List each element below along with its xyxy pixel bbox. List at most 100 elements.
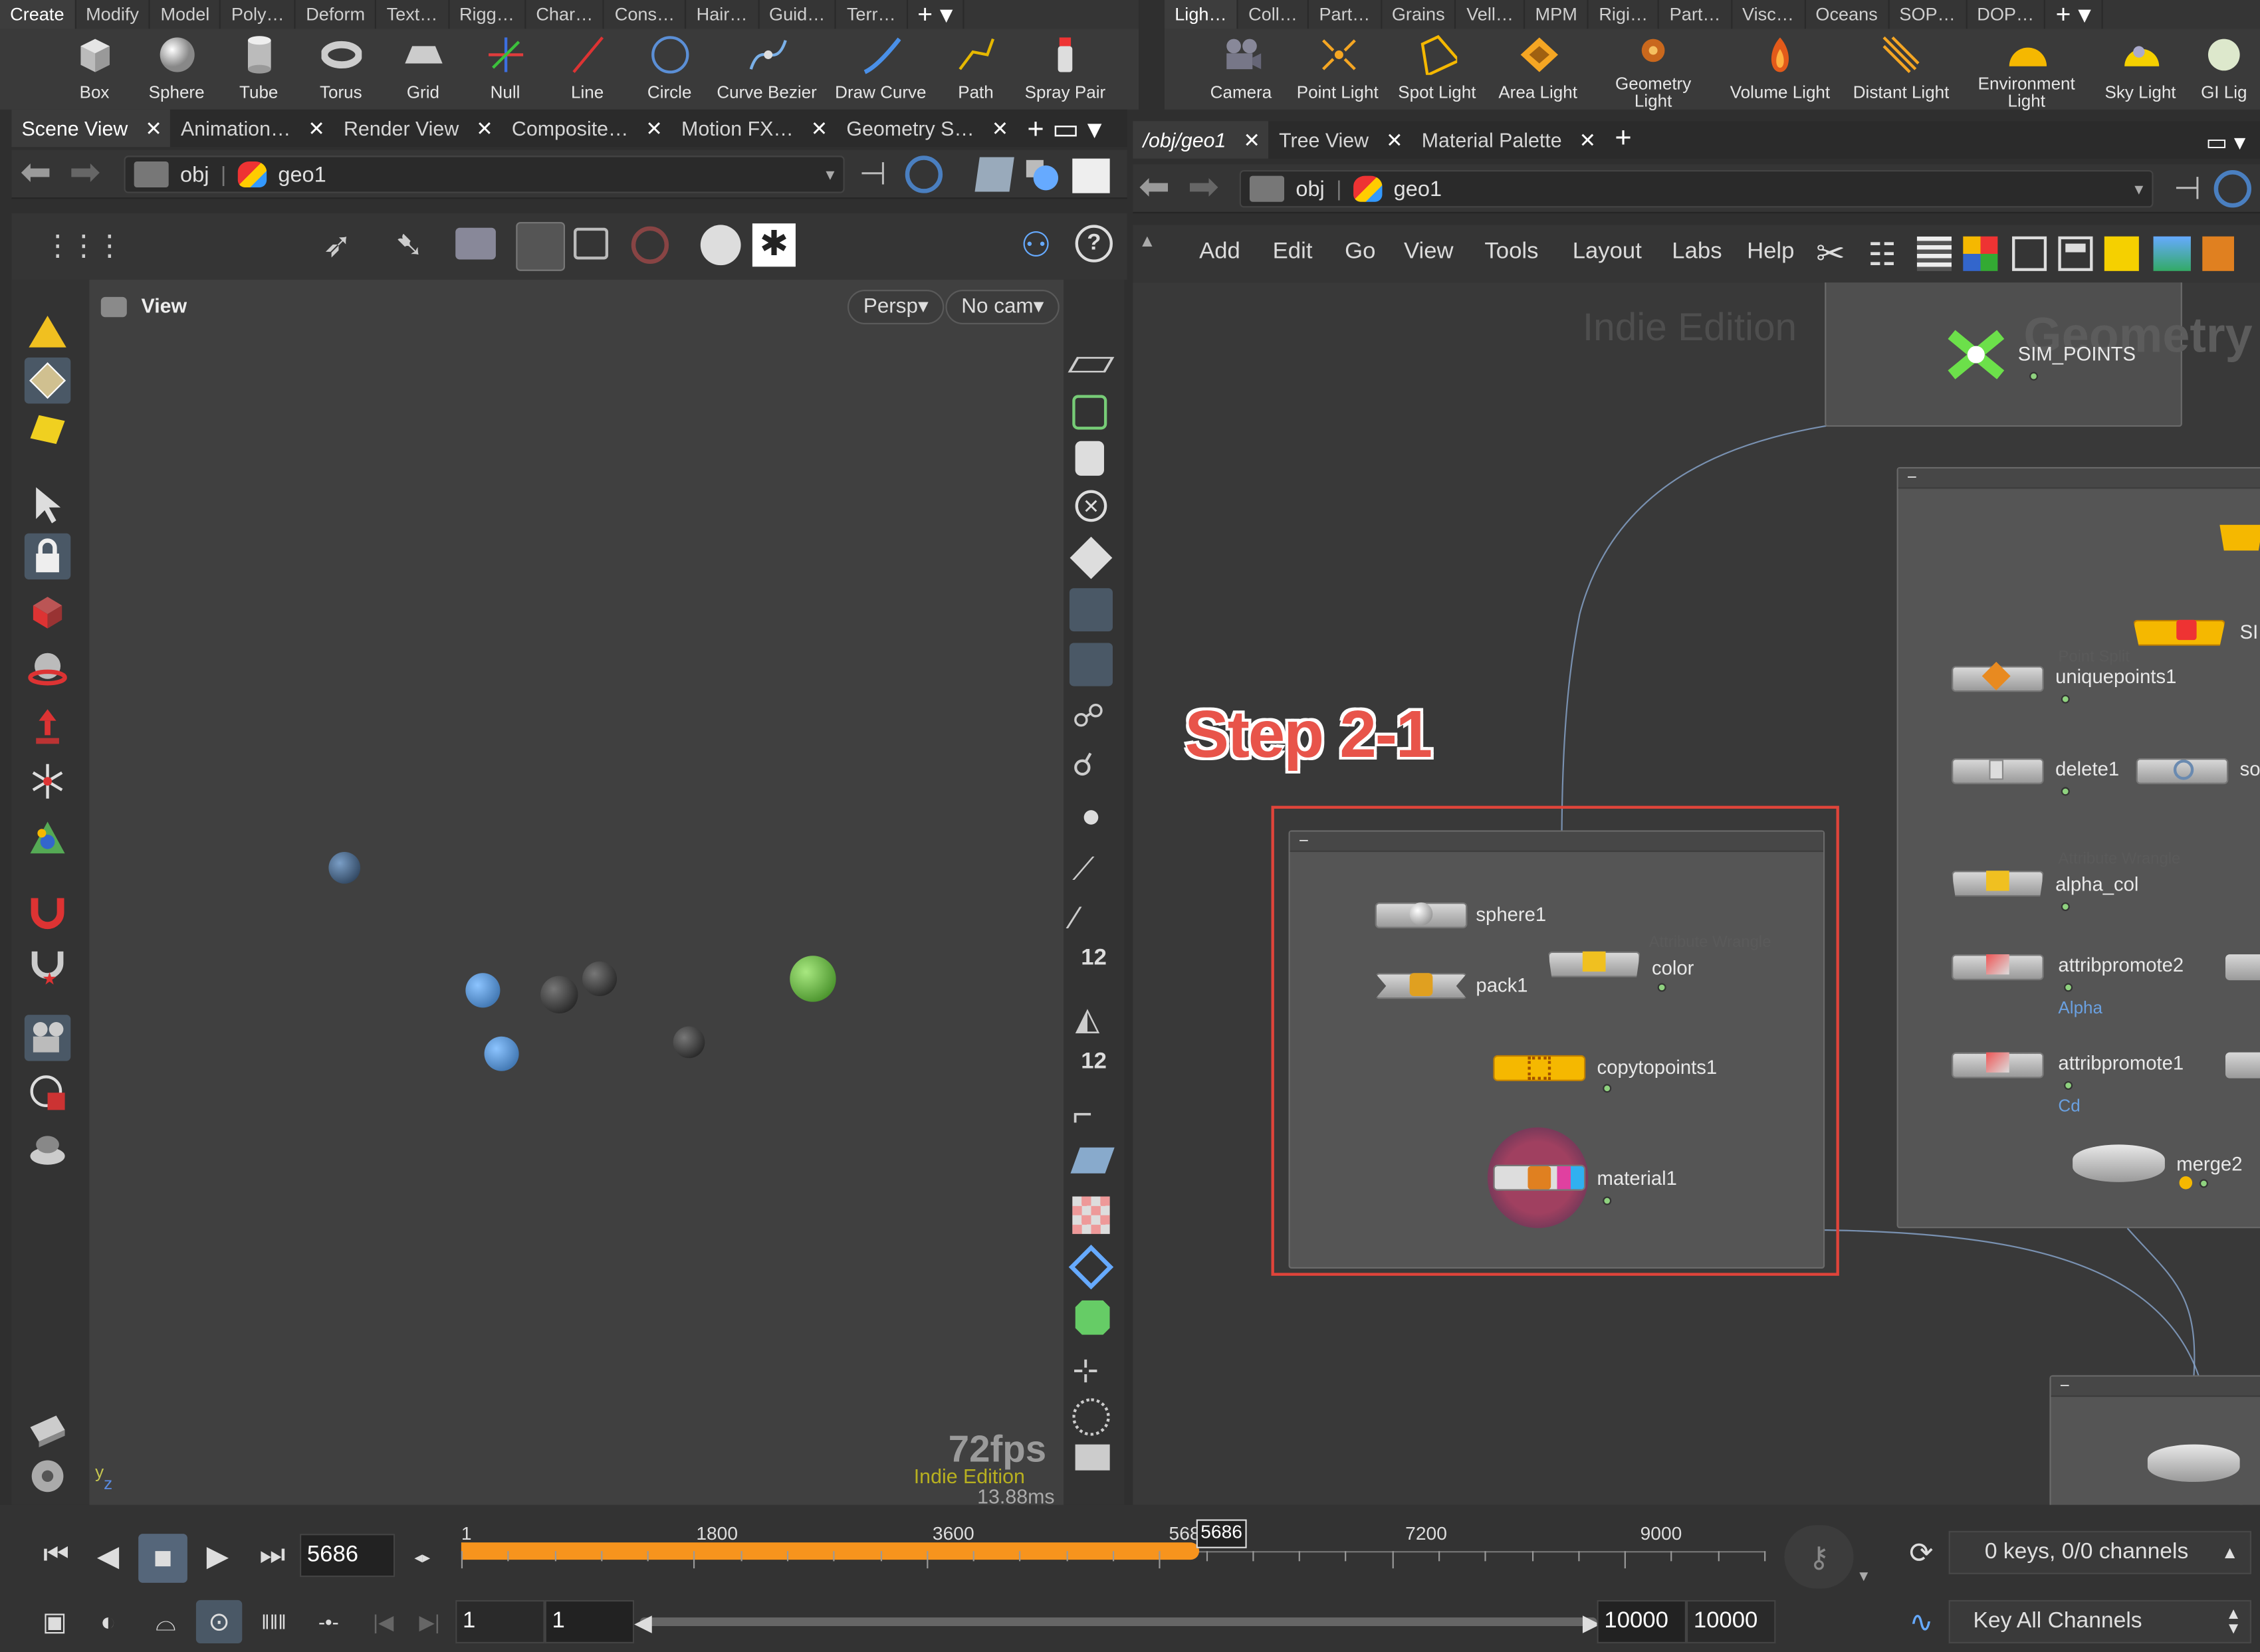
select-tool-icon[interactable]: ➶ <box>323 225 352 266</box>
link-icon[interactable] <box>905 155 943 193</box>
range-end-field[interactable]: 10000 <box>1597 1600 1686 1643</box>
stop-icon[interactable]: ■ <box>138 1534 187 1583</box>
lock-select-icon[interactable] <box>24 533 71 580</box>
scope-icon[interactable]: ‖‖‖ <box>251 1600 296 1643</box>
realtime-icon[interactable]: ⌓ <box>142 1600 191 1643</box>
range-end-field-2[interactable]: 10000 <box>1686 1600 1776 1643</box>
add-tab-icon[interactable]: + <box>1605 121 1640 158</box>
list-view-icon[interactable] <box>1916 236 1952 271</box>
background-icon[interactable] <box>1072 158 1110 193</box>
close-icon[interactable]: ✕ <box>1579 128 1596 159</box>
tool-camera[interactable]: Camera <box>1193 29 1288 109</box>
tab-tree-view[interactable]: Tree View ✕ <box>1269 121 1412 158</box>
menu-view[interactable]: View <box>1404 239 1454 265</box>
add-shelf-tab-icon[interactable]: + ▾ <box>2045 0 2103 29</box>
tab-material-palette[interactable]: Material Palette ✕ <box>1412 121 1605 158</box>
link-icon[interactable] <box>2213 169 2251 208</box>
scale-icon[interactable] <box>25 704 70 750</box>
tab-network[interactable]: /obj/geo1 ✕ <box>1133 121 1269 159</box>
render-settings-icon[interactable] <box>25 1407 70 1453</box>
play-reverse-icon[interactable]: ◀ <box>86 1534 130 1577</box>
display-box-icon[interactable] <box>974 157 1014 192</box>
step-frame-icon[interactable]: ◂▸ <box>401 1542 444 1571</box>
timeline-track[interactable]: 1 1800 3600 5686 7200 9000 5686 <box>461 1519 1770 1582</box>
shelf-tab[interactable]: Cons… <box>605 0 687 29</box>
shelf-tab[interactable]: Part… <box>1309 0 1382 29</box>
pin-icon[interactable]: ⊣ <box>2174 170 2202 207</box>
shelf-tab[interactable]: Rigi… <box>1589 0 1660 29</box>
shelf-tab[interactable]: SOP… <box>1889 0 1968 29</box>
global-anim-icon[interactable]: ▣ <box>32 1600 78 1643</box>
tools-wrench-icon[interactable]: ✂ <box>1816 233 1845 275</box>
shading-icon[interactable] <box>1023 157 1061 192</box>
tool-geometry-light[interactable]: Geometry Light <box>1589 29 1718 110</box>
pose-tool-icon[interactable]: ➷ <box>395 225 424 266</box>
breadcrumb[interactable]: obj | geo1 ▾ <box>1239 169 2154 208</box>
shelf-tab[interactable]: Oceans <box>1805 0 1890 29</box>
range-slider[interactable] <box>639 1617 1597 1626</box>
node-sim-points[interactable]: SIM_POINTS <box>1940 326 2136 387</box>
tool-path[interactable]: Path <box>939 29 1014 109</box>
transform-icon[interactable] <box>25 758 70 804</box>
close-icon[interactable]: ✕ <box>308 117 324 148</box>
shelf-tab[interactable]: Char… <box>526 0 605 29</box>
next-key-icon[interactable]: ▶| <box>409 1600 450 1643</box>
close-icon[interactable]: ✕ <box>645 117 662 148</box>
point-display-icon[interactable] <box>1083 810 1099 825</box>
background-image-icon[interactable] <box>1075 1444 1110 1471</box>
menu-add[interactable]: Add <box>1199 239 1240 265</box>
color-palette-icon[interactable] <box>1963 236 1998 271</box>
menu-help[interactable]: Help <box>1747 239 1794 265</box>
tool-sky-light[interactable]: Sky Light <box>2092 29 2188 109</box>
tab-composite[interactable]: Composite… ✕ <box>502 110 671 147</box>
jump-start-icon[interactable]: ⏮ <box>29 1534 83 1577</box>
pane-menu-icon[interactable]: ▭ ▾ <box>2196 121 2254 158</box>
tool-sphere[interactable]: Sphere <box>136 29 218 109</box>
persp-menu[interactable]: Persp ▾ <box>848 290 945 325</box>
close-icon[interactable]: ✕ <box>1386 128 1403 159</box>
pin-icon[interactable]: ⊣ <box>859 155 887 193</box>
breadcrumb[interactable]: obj | geo1 ▾ <box>124 155 845 193</box>
camera-tool-icon[interactable] <box>24 1015 71 1061</box>
tool-null[interactable]: Null <box>464 29 546 109</box>
handle-icon[interactable]: ⚇ <box>1020 225 1052 266</box>
shelf-tab[interactable]: Text… <box>376 0 449 29</box>
tool-spot-light[interactable]: Spot Light <box>1387 29 1488 109</box>
audio-icon[interactable]: ◐ <box>86 1600 130 1643</box>
hide-icon[interactable]: ✕ <box>1075 490 1107 522</box>
back-arrow-icon[interactable]: ⬅ <box>1139 164 1170 209</box>
ground-plane-icon[interactable] <box>1068 357 1115 373</box>
point-numbers-icon[interactable]: 12 <box>1081 946 1107 972</box>
network-editor[interactable]: Geometry Indie Edition SIM_POINTS − SI P… <box>1133 282 2260 1505</box>
handle-tool-icon[interactable] <box>25 816 70 862</box>
tab-scene-view[interactable]: Scene View ✕ <box>11 109 171 148</box>
tool-area-light[interactable]: Area Light <box>1488 29 1589 109</box>
background-image-icon[interactable] <box>2153 236 2191 271</box>
merge-node-partial[interactable] <box>2147 1444 2240 1483</box>
menu-labs[interactable]: Labs <box>1672 239 1722 265</box>
normals-icon[interactable]: ⟋ <box>1072 851 1094 888</box>
node-partial[interactable] <box>2225 954 2260 981</box>
refresh-icon[interactable]: ⟳ <box>1902 1534 1940 1571</box>
tab-motion-fx[interactable]: Motion FX… ✕ <box>671 110 836 147</box>
shelf-tab[interactable]: Visc… <box>1732 0 1806 29</box>
grid-menu-icon[interactable]: ⋮⋮⋮ <box>43 228 124 264</box>
shelf-tab[interactable]: Coll… <box>1238 0 1309 29</box>
forward-arrow-icon[interactable]: ➡ <box>1188 164 1219 209</box>
add-tab-icon[interactable]: + ▭ ▾ <box>1017 110 1110 147</box>
collapse-icon[interactable]: ▲ <box>1139 231 1156 251</box>
render-region-icon[interactable] <box>25 1127 70 1173</box>
channel-graph-icon[interactable]: ∿ <box>1900 1600 1943 1643</box>
keys-status[interactable]: 0 keys, 0/0 channels ▲ <box>1948 1530 2251 1574</box>
tool-spray-pair[interactable]: Spray Pair <box>1013 29 1117 109</box>
menu-tools[interactable]: Tools <box>1484 239 1538 265</box>
lock-camera-icon[interactable] <box>1075 441 1104 476</box>
close-icon[interactable]: ✕ <box>992 117 1008 148</box>
close-icon[interactable]: ✕ <box>1243 128 1260 159</box>
layout-icon[interactable] <box>2058 236 2093 271</box>
camera-menu[interactable]: No cam ▾ <box>945 290 1060 325</box>
render-stop-icon[interactable] <box>631 226 669 264</box>
peak-magnet-icon[interactable]: ★ <box>25 943 70 989</box>
camera-lock-icon[interactable] <box>516 222 566 271</box>
netbox-collapse-icon[interactable]: − <box>1290 832 1823 853</box>
